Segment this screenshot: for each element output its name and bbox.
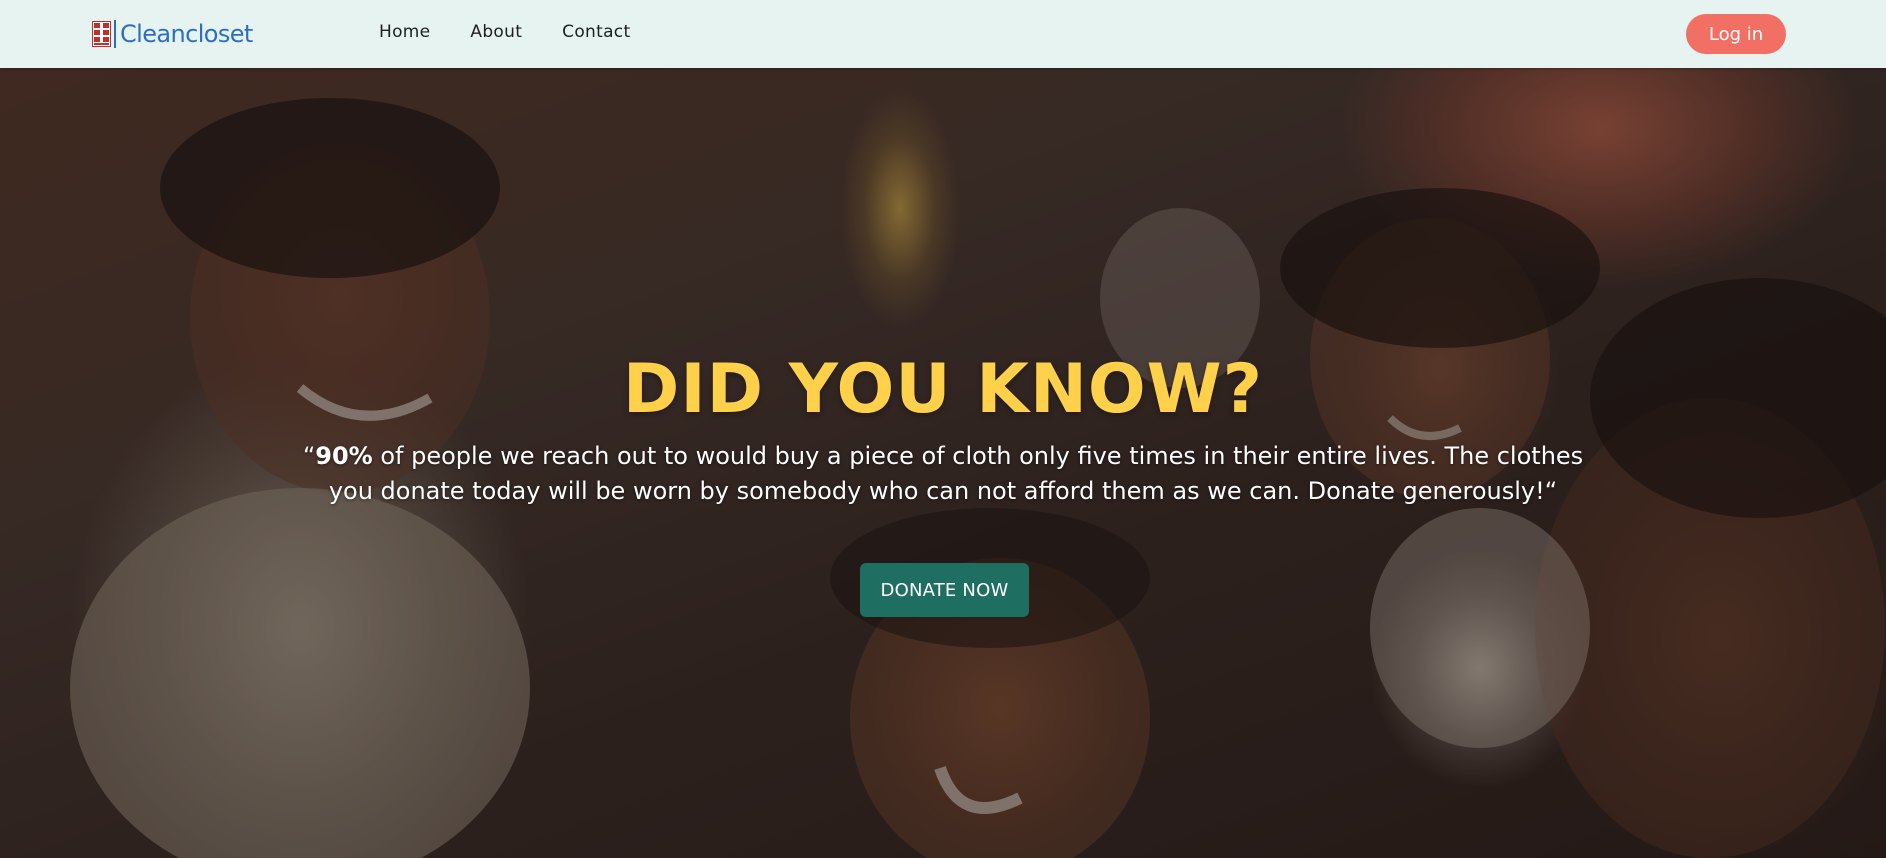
nav-link-contact[interactable]: Contact	[562, 22, 630, 42]
brand-divider	[114, 20, 116, 48]
hero-title: DID YOU KNOW?	[622, 350, 1264, 429]
brand-name: Cleancloset	[120, 20, 253, 48]
nav-link-home[interactable]: Home	[379, 22, 430, 42]
hero-quote: “90% of people we reach out to would buy…	[290, 439, 1596, 509]
nav-link-about[interactable]: About	[470, 22, 522, 42]
top-navbar: Cleancloset Home About Contact Log in	[0, 0, 1886, 68]
quote-open-mark: “	[302, 442, 316, 470]
main-nav: Home About Contact	[379, 22, 670, 42]
donate-now-button[interactable]: DONATE NOW	[860, 563, 1029, 617]
cleancloset-logo-icon	[92, 21, 111, 47]
quote-text: of people we reach out to would buy a pi…	[328, 442, 1584, 505]
brand-link[interactable]: Cleancloset	[92, 18, 253, 50]
quote-highlight: 90%	[315, 442, 373, 470]
hero-section: DID YOU KNOW? “90% of people we reach ou…	[0, 68, 1886, 858]
login-button[interactable]: Log in	[1686, 14, 1786, 54]
